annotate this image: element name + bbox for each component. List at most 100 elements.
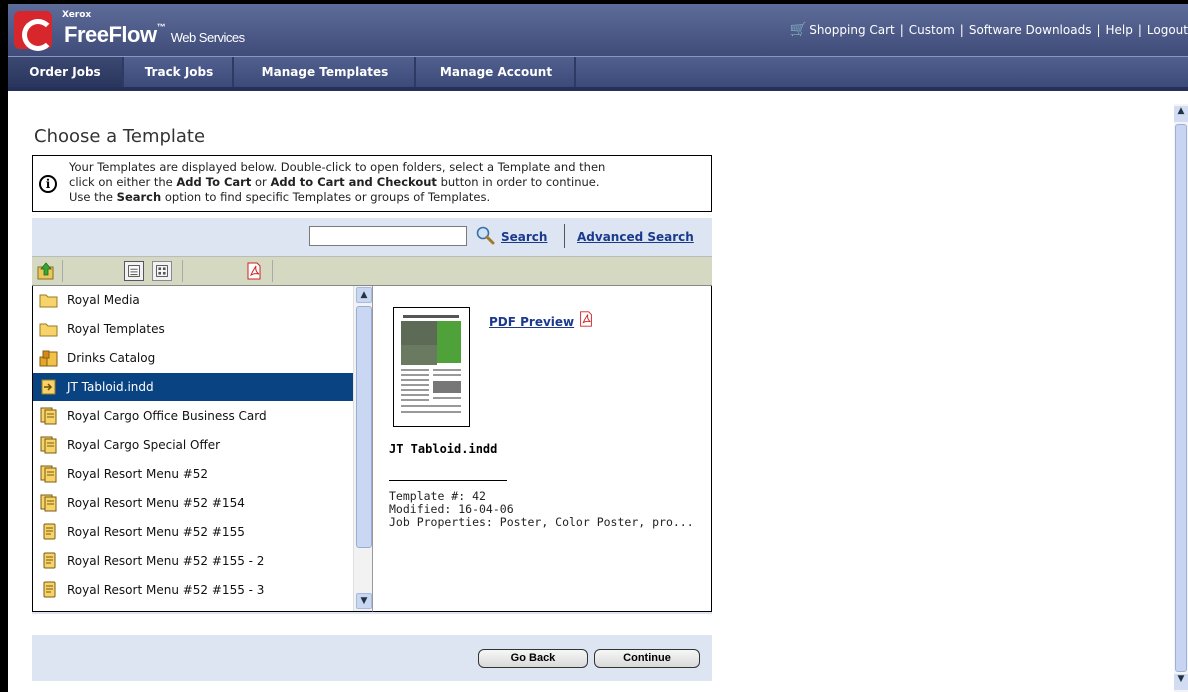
scroll-thumb[interactable] [1175,124,1187,672]
action-bar: Go Back Continue [32,635,712,681]
info-icon: i [39,175,57,193]
advanced-search-link[interactable]: Advanced Search [577,230,694,244]
list-item-label: Royal Cargo Office Business Card [67,409,267,423]
main-nav: Order Jobs Track Jobs Manage Templates M… [8,56,1188,87]
template-name: JT Tabloid.indd [389,442,498,456]
template-doc-icon [43,523,56,540]
scroll-thumb[interactable] [356,306,372,548]
link-separator: | [899,23,904,37]
continue-button[interactable]: Continue [594,649,700,668]
list-item[interactable]: Royal Resort Menu #52 [33,460,353,488]
tab-track-jobs[interactable]: Track Jobs [126,57,234,87]
scroll-up-icon[interactable]: ▲ [356,287,372,303]
list-item[interactable]: Royal Resort Menu #52 #155 - 3 [33,576,353,604]
template-list: Royal Media Royal Templates Drinks Catal… [32,286,373,612]
pdf-icon[interactable] [244,261,264,281]
link-help[interactable]: Help [1106,23,1133,37]
template-thumbnail[interactable] [393,307,470,427]
template-stack-icon [40,407,57,425]
link-software-downloads[interactable]: Software Downloads [969,23,1092,37]
search-input[interactable] [309,226,467,246]
link-separator: | [1096,23,1101,37]
scroll-down-icon[interactable]: ▼ [1174,674,1188,690]
info-text: Your Templates are displayed below. Doub… [69,160,709,205]
page-title: Choose a Template [34,126,206,147]
list-item[interactable]: Royal Resort Menu #52 #155 - 2 [33,547,353,575]
template-preview: PDF Preview JT Tabloid.indd Template #: … [372,286,712,612]
list-item[interactable]: Royal Cargo Special Offer [33,431,353,459]
template-doc-icon [43,581,56,598]
folder-up-icon[interactable] [36,261,56,281]
divider [389,480,507,481]
thumbnail-image [397,311,466,423]
thumbnail-view-icon[interactable] [152,261,172,281]
template-stack-icon [40,465,57,483]
xerox-logo-icon [14,11,54,51]
browser-toolbar [32,256,712,286]
list-item[interactable]: Royal Cargo Office Business Card [33,402,353,430]
list-item-label: Royal Templates [67,322,165,336]
brand-xerox: Xerox [62,10,92,20]
template-stack-icon [40,494,57,512]
list-item[interactable]: Royal Resort Menu #52 #154 [33,489,353,517]
link-logout[interactable]: Logout [1147,23,1188,37]
list-item-label: Royal Resort Menu #52 #154 [67,496,245,510]
divider [564,224,565,248]
shopping-cart-icon[interactable]: 🛒 [790,22,807,38]
tab-manage-templates[interactable]: Manage Templates [236,57,416,87]
app-header: Xerox FreeFlow™ Web Services 🛒 Shopping C… [8,4,1188,56]
list-item-label: Royal Resort Menu #52 [67,467,209,481]
list-item-label: Royal Resort Menu #52 #155 - 2 [67,554,265,568]
info-box: i Your Templates are displayed below. Do… [32,155,712,212]
scroll-down-icon[interactable]: ▼ [356,593,372,609]
info-line-2: click on either the Add To Cart or Add t… [69,175,709,190]
folder-icon [39,323,58,337]
info-text-part: or [251,175,271,189]
list-item-label: Royal Media [67,293,140,307]
info-text-part: option to find specific Templates or gro… [161,190,491,204]
pdf-preview-link[interactable]: PDF Preview [489,315,574,329]
brand-title: FreeFlow™ Web Services [64,22,245,47]
list-item-label: Royal Resort Menu #52 #155 - 3 [67,583,265,597]
toolbar-separator [272,260,273,282]
list-item-label: JT Tabloid.indd [67,380,154,394]
toolbar-separator [182,260,183,282]
indesign-template-icon [41,379,56,395]
info-line-1: Your Templates are displayed below. Doub… [69,160,606,174]
list-item[interactable]: Drinks Catalog [33,344,353,372]
tab-order-jobs[interactable]: Order Jobs [8,57,124,87]
magnifier-icon[interactable] [475,225,495,245]
go-back-button[interactable]: Go Back [478,649,588,668]
info-add-to-cart-checkout: Add to Cart and Checkout [270,175,437,189]
link-custom[interactable]: Custom [909,23,955,37]
toolbar-separator [62,260,63,282]
list-item[interactable]: Royal Resort Menu #52 #155 [33,518,353,546]
list-item-label: Royal Resort Menu #52 #155 [67,525,245,539]
catalog-icon [39,350,58,367]
tab-manage-account[interactable]: Manage Account [418,57,576,87]
list-item-label: Drinks Catalog [67,351,156,365]
info-add-to-cart: Add To Cart [176,175,252,189]
link-separator: | [1137,23,1142,37]
info-text-part: Use the [69,190,117,204]
link-shopping-cart[interactable]: Shopping Cart [809,23,895,37]
list-view-icon[interactable] [124,261,144,281]
scroll-up-icon[interactable]: ▲ [1174,106,1188,122]
list-item-selected[interactable]: JT Tabloid.indd [33,373,353,401]
top-links: 🛒 Shopping Cart | Custom | Software Downloads… [790,22,1188,38]
brand-subtitle: Web Services [170,30,245,45]
template-job-properties: Job Properties: Poster, Color Poster, pr… [389,515,694,529]
list-item[interactable]: Royal Templates [33,315,353,343]
search-link[interactable]: Search [501,230,547,244]
template-browser: Search Advanced Search Royal Media Royal… [32,218,712,614]
link-separator: | [959,23,964,37]
info-text-part: click on either the [69,175,177,189]
page-scrollbar[interactable]: ▲ ▼ [1174,104,1188,692]
info-text-part: button in order to continue. [436,175,600,189]
pdf-icon[interactable] [577,310,595,328]
brand-name: FreeFlow [64,22,157,47]
folder-icon [39,294,58,308]
list-item[interactable]: Royal Media [33,286,353,314]
nav-underline [8,87,1188,91]
list-scrollbar[interactable]: ▲ ▼ [353,286,373,611]
